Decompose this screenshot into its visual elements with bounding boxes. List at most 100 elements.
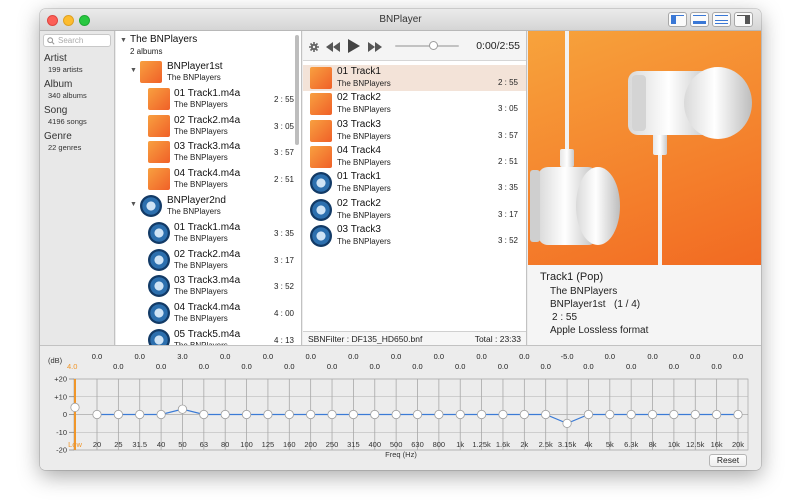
band-knob[interactable] — [476, 409, 487, 420]
tree-album-row[interactable]: ▼ BNPlayer1st The BNPlayers — [116, 59, 301, 85]
tree-track-title: 02 Track2.m4a — [174, 248, 241, 260]
tree-track-title: 03 Track3.m4a — [174, 141, 241, 153]
band-knob[interactable] — [263, 409, 273, 420]
tree-track-row[interactable]: 04 Track4.m4a The BNPlayers 4 : 00 — [116, 300, 301, 326]
category-item-song[interactable]: Song 4196 songs — [40, 103, 114, 129]
playlist-row[interactable]: 02 Track2 The BNPlayers 3 : 05 — [303, 91, 526, 117]
playlist-track-title: 02 Track2 — [337, 92, 381, 104]
playlist-track-duration: 3 : 52 — [497, 235, 518, 245]
now-playing-track-position: (1 / 4) — [614, 299, 641, 310]
album-thumbnail-icon — [140, 61, 162, 83]
fast-forward-icon[interactable] — [368, 42, 382, 52]
layout-left-icon[interactable] — [668, 12, 687, 27]
band-value: 0.0 — [198, 362, 210, 371]
gear-icon[interactable] — [309, 42, 319, 52]
album-artwork — [528, 31, 761, 265]
tree-album-row[interactable]: ▼ BNPlayer2nd The BNPlayers — [116, 193, 301, 219]
tree-track-duration: 3 : 17 — [273, 255, 294, 265]
band-knob[interactable] — [306, 409, 316, 420]
track-thumbnail-icon — [148, 168, 170, 191]
band-value: 0.0 — [647, 352, 658, 361]
band-knob[interactable] — [370, 409, 380, 420]
band-knob[interactable] — [327, 409, 337, 420]
play-icon[interactable] — [348, 39, 360, 53]
view-mode-buttons — [668, 12, 753, 27]
category-name: Artist — [44, 53, 67, 64]
band-knob[interactable] — [434, 409, 444, 420]
tree-track-row[interactable]: 03 Track3.m4a The BNPlayers 3 : 52 — [116, 273, 301, 299]
band-knob[interactable] — [733, 409, 743, 420]
band-knob[interactable] — [519, 409, 529, 420]
playlist-row[interactable]: 04 Track4 The BNPlayers 2 : 51 — [303, 144, 526, 170]
playlist-row[interactable]: 02 Track2 The BNPlayers 3 : 17 — [303, 197, 526, 223]
band-knob[interactable] — [541, 409, 551, 420]
band-knob[interactable] — [177, 404, 188, 414]
tree-scrollbar[interactable] — [295, 35, 299, 145]
band-value: 0.0 — [134, 352, 145, 361]
playlist-row[interactable]: 03 Track3 The BNPlayers 3 : 57 — [303, 118, 526, 144]
playlist-track-duration: 3 : 57 — [497, 130, 518, 140]
layout-bottom-icon[interactable] — [690, 12, 709, 27]
category-count: 22 genres — [48, 143, 82, 152]
band-knob[interactable] — [241, 409, 252, 420]
search-input[interactable]: Search — [43, 34, 111, 47]
band-knob[interactable] — [220, 409, 230, 420]
band-knob[interactable] — [669, 409, 679, 420]
playlist-row[interactable]: 01 Track1 The BNPlayers 3 : 35 — [303, 170, 526, 196]
band-value: -5.0 — [560, 352, 574, 361]
disclosure-triangle-icon[interactable]: ▼ — [130, 201, 137, 208]
tree-artist-name[interactable]: The BNPlayers — [130, 34, 197, 45]
category-item-genre[interactable]: Genre 22 genres — [40, 129, 114, 155]
disclosure-triangle-icon[interactable]: ▼ — [130, 67, 137, 74]
tree-track-duration: 4 : 13 — [273, 335, 294, 345]
band-knob[interactable] — [92, 409, 102, 420]
disclosure-triangle-icon[interactable]: ▼ — [120, 37, 127, 44]
tree-track-row[interactable]: 02 Track2.m4a The BNPlayers 3 : 05 — [116, 113, 301, 139]
layout-split-icon[interactable] — [712, 12, 731, 27]
band-knob[interactable] — [348, 409, 358, 420]
tree-track-row[interactable]: 02 Track2.m4a The BNPlayers 3 : 17 — [116, 247, 301, 273]
band-knob[interactable] — [135, 409, 145, 420]
playlist-row[interactable]: 03 Track3 The BNPlayers 3 : 52 — [303, 223, 526, 249]
reset-button[interactable]: Reset — [709, 454, 747, 467]
band-knob[interactable] — [412, 409, 423, 420]
preamp-knob[interactable] — [70, 402, 80, 413]
band-knob[interactable] — [199, 409, 209, 420]
band-knob[interactable] — [284, 409, 294, 420]
band-knob[interactable] — [712, 409, 722, 420]
band-knob[interactable] — [113, 409, 123, 420]
tree-track-duration: 3 : 35 — [273, 228, 294, 238]
tree-track-row[interactable]: 01 Track1.m4a The BNPlayers 3 : 35 — [116, 220, 301, 246]
search-placeholder: Search — [58, 36, 84, 45]
tree-track-row[interactable]: 05 Track5.m4aThe BNPlayers4 : 13 — [116, 327, 301, 345]
band-knob[interactable] — [583, 409, 594, 420]
band-knob[interactable] — [391, 409, 401, 420]
category-item-artist[interactable]: Artist 199 artists — [40, 51, 114, 77]
playlist-row[interactable]: 01 Track1 The BNPlayers 2 : 55 — [303, 65, 526, 91]
band-knob[interactable] — [498, 409, 508, 420]
band-knob[interactable] — [156, 409, 166, 420]
band-value: 3.0 — [177, 352, 188, 361]
category-item-album[interactable]: Album 340 albums — [40, 77, 114, 103]
band-knob[interactable] — [647, 409, 658, 420]
transport-controls: 0:00/2:55 — [303, 31, 526, 61]
playlist-thumbnail-icon — [310, 119, 332, 142]
seek-slider[interactable] — [395, 41, 459, 50]
band-value: 0.0 — [455, 362, 466, 371]
tree-track-row[interactable]: 03 Track3.m4a The BNPlayers 3 : 57 — [116, 139, 301, 165]
band-knob[interactable] — [605, 409, 615, 420]
band-knob[interactable] — [562, 418, 572, 428]
band-value: 0.0 — [91, 352, 103, 361]
tree-track-duration: 3 : 05 — [273, 121, 294, 131]
seek-knob[interactable] — [429, 41, 439, 50]
tree-track-row[interactable]: 04 Track4.m4a The BNPlayers 2 : 51 — [116, 166, 301, 192]
band-knob[interactable] — [690, 409, 700, 420]
track-thumbnail-icon — [148, 328, 170, 345]
rewind-icon[interactable] — [326, 42, 340, 52]
layout-right-icon[interactable] — [734, 12, 753, 27]
tree-track-row[interactable]: 01 Track1.m4a The BNPlayers 2 : 55 — [116, 86, 301, 112]
band-knob[interactable] — [626, 409, 636, 420]
tree-album-title: BNPlayer2nd — [167, 194, 226, 206]
band-knob[interactable] — [455, 409, 465, 420]
tree-track-artist: The BNPlayers — [174, 180, 228, 190]
